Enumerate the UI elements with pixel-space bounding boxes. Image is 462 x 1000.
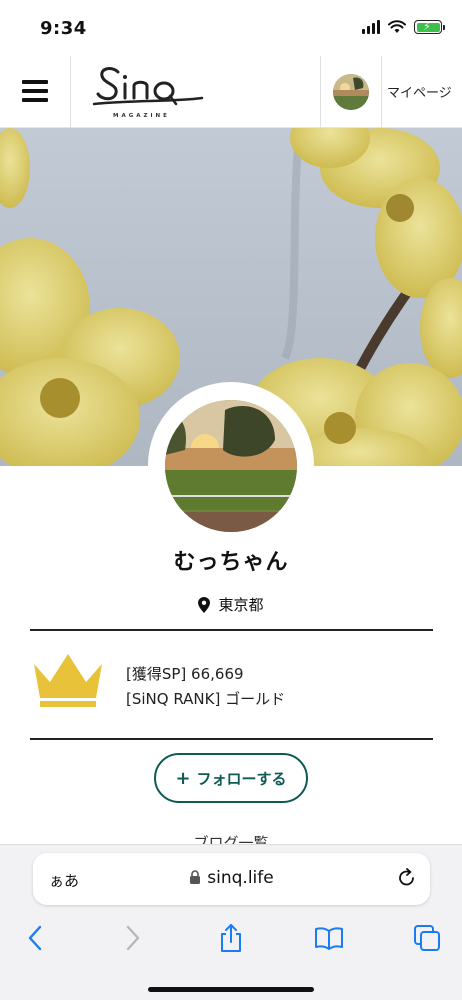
- lock-icon: [190, 870, 201, 884]
- divider: [30, 629, 433, 631]
- earned-sp: [獲得SP] 66,669: [126, 665, 244, 683]
- bookmarks-icon[interactable]: [314, 923, 344, 953]
- profile-location: 東京都: [0, 594, 462, 615]
- header-divider: [320, 56, 321, 128]
- location-label: 東京都: [218, 596, 264, 614]
- signal-icon: [362, 20, 380, 34]
- battery-icon: ⚡: [414, 20, 445, 34]
- follow-label: フォローする: [196, 769, 287, 788]
- divider: [30, 738, 433, 740]
- reload-icon[interactable]: [396, 867, 418, 889]
- status-bar: 9:34 ⚡: [0, 0, 462, 56]
- wifi-icon: [388, 20, 406, 33]
- logo-sub: MAGAZINE: [113, 113, 170, 119]
- profile-name: むっちゃん: [173, 550, 289, 575]
- site-header: MAGAZINE マイページ: [0, 56, 462, 128]
- crown-icon: [34, 654, 102, 707]
- profile-avatar: [165, 400, 297, 532]
- url-text: sinq.life: [207, 868, 274, 888]
- url-display[interactable]: sinq.life: [33, 868, 430, 888]
- forward-icon[interactable]: [118, 923, 148, 953]
- back-icon[interactable]: [20, 923, 50, 953]
- share-icon[interactable]: [216, 923, 246, 953]
- sinq-rank: [SiNQ RANK] ゴールド: [126, 690, 286, 708]
- browser-toolbar: ぁあ sinq.life: [0, 844, 462, 1000]
- address-bar[interactable]: ぁあ sinq.life: [33, 853, 430, 905]
- status-time: 9:34: [40, 18, 87, 39]
- plus-icon: +: [175, 767, 191, 789]
- hamburger-icon[interactable]: [22, 80, 48, 102]
- home-indicator: [148, 987, 314, 992]
- status-icons: ⚡: [362, 20, 445, 34]
- header-avatar[interactable]: [333, 74, 369, 110]
- tabs-icon[interactable]: [412, 923, 442, 953]
- section-heading-partial: ブログ一覧: [193, 834, 269, 844]
- header-divider: [381, 56, 382, 128]
- mypage-link[interactable]: マイページ: [387, 82, 452, 101]
- header-divider: [70, 56, 71, 128]
- follow-button[interactable]: + フォローする: [154, 753, 308, 803]
- points-block: [獲得SP] 66,669 [SiNQ RANK] ゴールド: [126, 662, 285, 712]
- location-pin-icon: [198, 596, 211, 613]
